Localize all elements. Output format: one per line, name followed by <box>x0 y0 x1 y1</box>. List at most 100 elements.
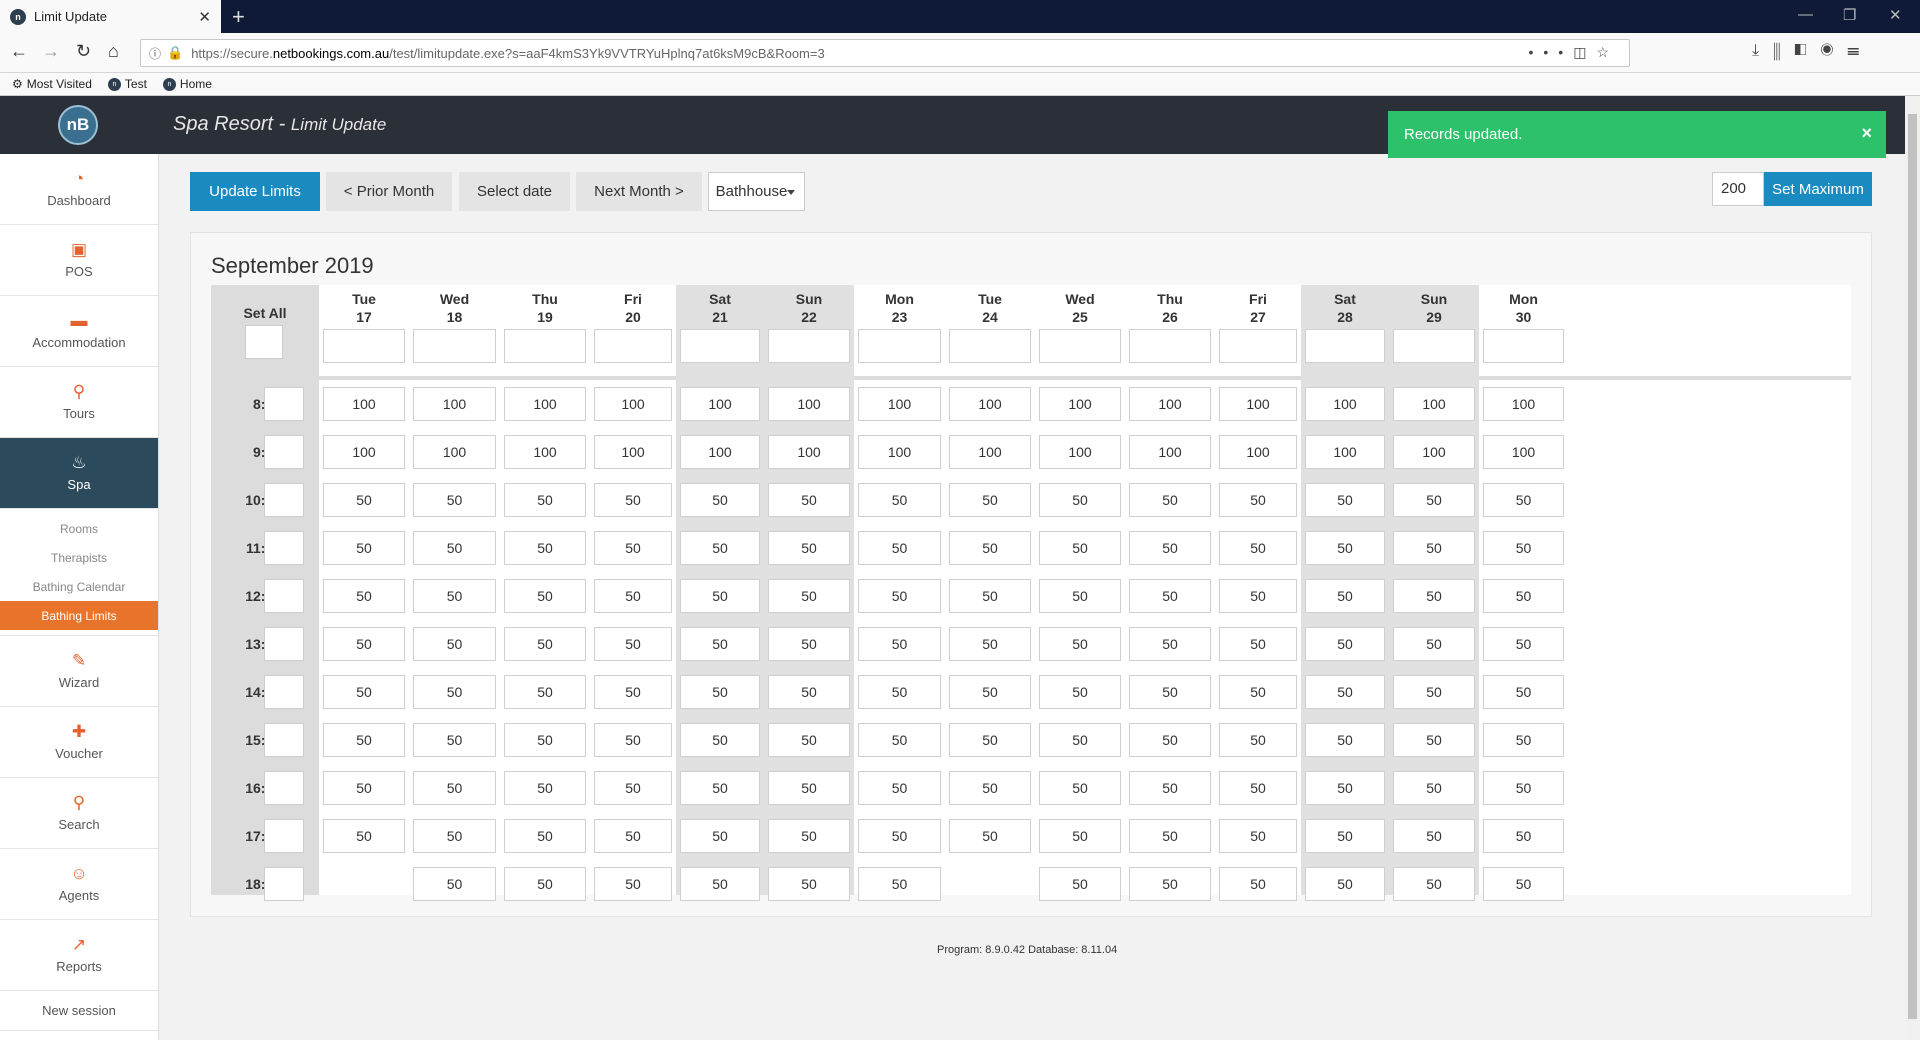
limit-input[interactable]: 50 <box>1219 483 1297 517</box>
limit-input[interactable]: 50 <box>768 531 850 565</box>
limit-input[interactable]: 50 <box>1219 771 1297 805</box>
row-set-input[interactable] <box>264 579 304 613</box>
limit-input[interactable]: 50 <box>680 483 760 517</box>
limit-input[interactable]: 100 <box>680 387 760 421</box>
limit-input[interactable]: 50 <box>1039 675 1121 709</box>
limit-input[interactable]: 50 <box>858 483 941 517</box>
limit-input[interactable]: 50 <box>1039 771 1121 805</box>
limit-input[interactable]: 50 <box>323 675 405 709</box>
limit-input[interactable]: 50 <box>1483 483 1564 517</box>
limit-input[interactable]: 50 <box>413 723 496 757</box>
limit-input[interactable]: 50 <box>1305 771 1385 805</box>
row-set-input[interactable] <box>264 771 304 805</box>
limit-input[interactable]: 50 <box>594 483 672 517</box>
limit-input[interactable]: 50 <box>680 819 760 853</box>
limit-input[interactable]: 50 <box>504 579 586 613</box>
limit-input[interactable]: 50 <box>1129 531 1211 565</box>
limit-input[interactable]: 50 <box>1039 867 1121 901</box>
limit-input[interactable]: 50 <box>594 819 672 853</box>
row-set-input[interactable] <box>264 819 304 853</box>
limit-input[interactable]: 50 <box>1393 627 1475 661</box>
limit-input[interactable]: 50 <box>949 579 1031 613</box>
limit-input[interactable]: 50 <box>858 675 941 709</box>
limit-input[interactable]: 50 <box>323 579 405 613</box>
limit-input[interactable]: 50 <box>323 483 405 517</box>
limit-input[interactable]: 50 <box>1039 579 1121 613</box>
column-set-input[interactable] <box>1219 329 1297 363</box>
limit-input[interactable]: 100 <box>768 387 850 421</box>
limit-input[interactable]: 50 <box>1305 819 1385 853</box>
limit-input[interactable]: 100 <box>949 435 1031 469</box>
limit-input[interactable]: 50 <box>1305 723 1385 757</box>
row-set-input[interactable] <box>264 483 304 517</box>
limit-input[interactable]: 50 <box>594 531 672 565</box>
subnav-item-rooms[interactable]: Rooms <box>0 514 158 543</box>
limit-input[interactable]: 50 <box>413 627 496 661</box>
limit-input[interactable]: 50 <box>323 723 405 757</box>
limit-input[interactable]: 50 <box>680 579 760 613</box>
limit-input[interactable]: 50 <box>1129 771 1211 805</box>
limit-input[interactable]: 50 <box>768 675 850 709</box>
limit-input[interactable]: 50 <box>680 771 760 805</box>
column-set-input[interactable] <box>594 329 672 363</box>
limit-input[interactable]: 50 <box>504 531 586 565</box>
limit-input[interactable]: 50 <box>1483 531 1564 565</box>
limit-input[interactable]: 50 <box>1129 723 1211 757</box>
limit-input[interactable]: 50 <box>1129 483 1211 517</box>
limit-input[interactable]: 50 <box>1219 531 1297 565</box>
bookmark-star-icon[interactable]: ☆ <box>1596 44 1619 60</box>
limit-input[interactable]: 50 <box>413 579 496 613</box>
limit-input[interactable]: 50 <box>1483 867 1564 901</box>
limit-input[interactable]: 100 <box>858 435 941 469</box>
limit-input[interactable]: 50 <box>1219 867 1297 901</box>
limit-input[interactable]: 50 <box>680 531 760 565</box>
limit-input[interactable]: 50 <box>1393 675 1475 709</box>
limit-input[interactable]: 50 <box>768 483 850 517</box>
room-select[interactable]: Bathhouse <box>708 172 805 211</box>
limit-input[interactable]: 100 <box>594 435 672 469</box>
new-session-link[interactable]: New session <box>0 991 158 1031</box>
limit-input[interactable]: 50 <box>594 723 672 757</box>
column-set-input[interactable] <box>1305 329 1385 363</box>
limit-input[interactable]: 50 <box>1393 771 1475 805</box>
limit-input[interactable]: 50 <box>1219 579 1297 613</box>
site-info-icon[interactable]: ⓘ <box>149 45 161 62</box>
sidebar-item-wizard[interactable]: ✎ Wizard <box>0 636 158 707</box>
limit-input[interactable]: 50 <box>413 771 496 805</box>
multi-business-link[interactable]: Multi business <box>0 1031 158 1040</box>
limit-input[interactable]: 100 <box>1393 387 1475 421</box>
limit-input[interactable]: 50 <box>768 627 850 661</box>
limit-input[interactable]: 50 <box>858 627 941 661</box>
limit-input[interactable]: 50 <box>768 867 850 901</box>
limit-input[interactable]: 50 <box>680 723 760 757</box>
prior-month-button[interactable]: < Prior Month <box>326 172 452 211</box>
limit-input[interactable]: 100 <box>1219 387 1297 421</box>
tab-close-icon[interactable]: ✕ <box>198 8 211 26</box>
limit-input[interactable]: 100 <box>594 387 672 421</box>
limit-input[interactable]: 50 <box>323 771 405 805</box>
limit-input[interactable]: 50 <box>1219 627 1297 661</box>
limit-input[interactable]: 50 <box>504 723 586 757</box>
column-set-input[interactable] <box>858 329 941 363</box>
limit-input[interactable]: 100 <box>1305 387 1385 421</box>
limit-input[interactable]: 50 <box>1039 483 1121 517</box>
limit-input[interactable]: 50 <box>680 867 760 901</box>
limit-input[interactable]: 50 <box>1483 627 1564 661</box>
limit-input[interactable]: 50 <box>949 819 1031 853</box>
set-maximum-button[interactable]: Set Maximum <box>1764 172 1872 206</box>
limit-input[interactable]: 50 <box>413 867 496 901</box>
limit-input[interactable]: 50 <box>504 627 586 661</box>
limit-input[interactable]: 50 <box>768 771 850 805</box>
limit-input[interactable]: 100 <box>1393 435 1475 469</box>
bookmark-home[interactable]: n Home <box>162 77 212 91</box>
limit-input[interactable]: 50 <box>1219 675 1297 709</box>
limit-input[interactable]: 50 <box>949 531 1031 565</box>
subnav-item-bathing-limits[interactable]: Bathing Limits <box>0 601 158 630</box>
minimize-icon[interactable]: — <box>1798 6 1813 23</box>
url-bar[interactable]: ⓘ 🔒 https://secure. netbookings.com.au/te… <box>140 39 1630 67</box>
limit-input[interactable]: 50 <box>504 675 586 709</box>
sidebar-item-tours[interactable]: ⚲ Tours <box>0 367 158 438</box>
limit-input[interactable]: 50 <box>1305 531 1385 565</box>
limit-input[interactable]: 50 <box>949 483 1031 517</box>
sidebar-item-pos[interactable]: ▣ POS <box>0 225 158 296</box>
